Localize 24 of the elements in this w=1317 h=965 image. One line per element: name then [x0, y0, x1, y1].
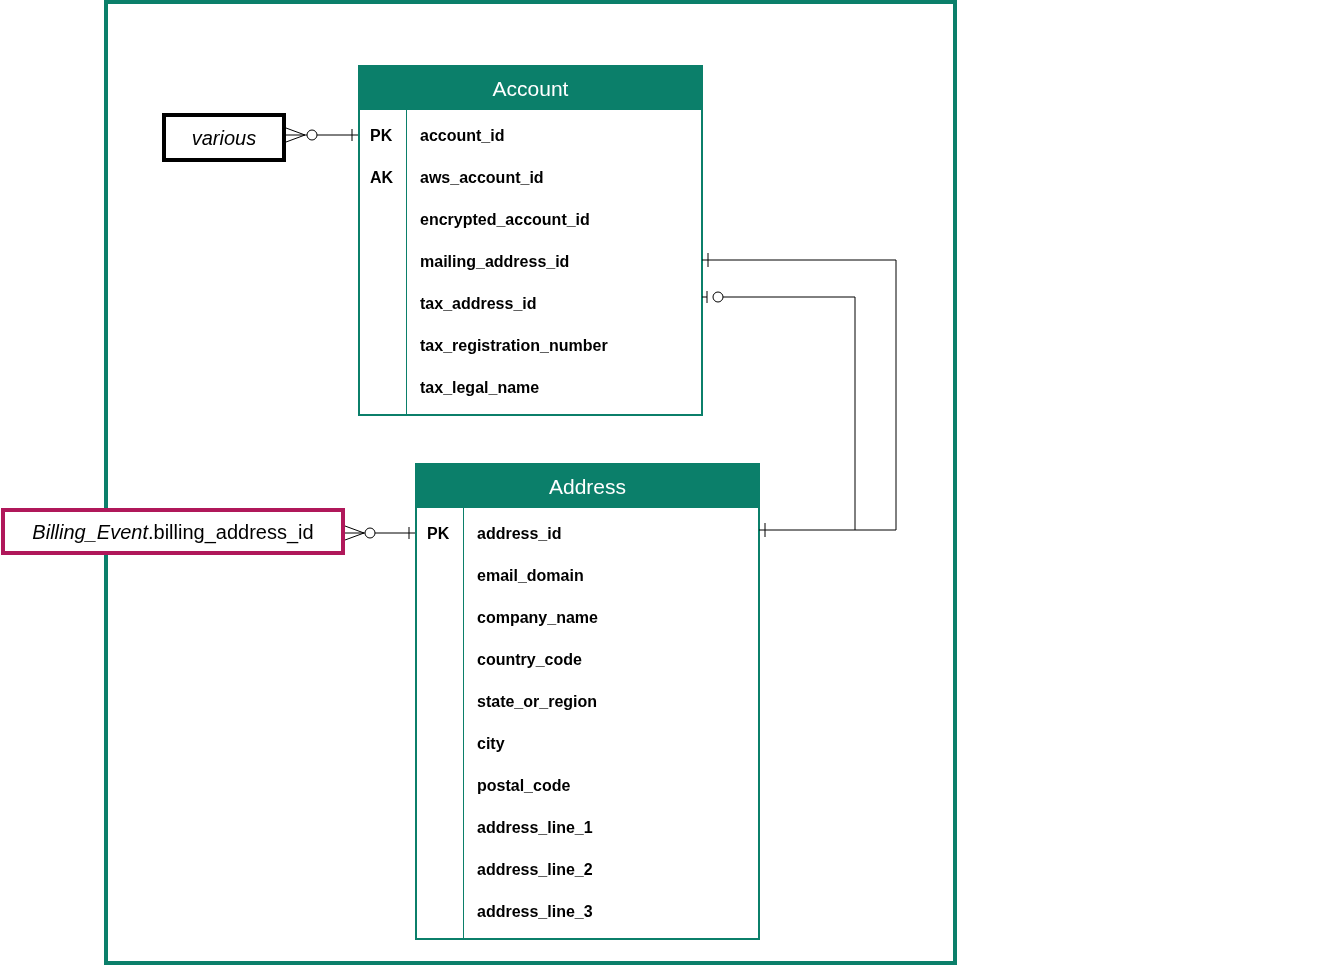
external-reference: Billing_Event.billing_address_id	[1, 508, 345, 555]
field-name: address_line_1	[477, 818, 593, 838]
field-name: email_domain	[477, 566, 584, 586]
external-reference: various	[162, 113, 286, 162]
field-name: aws_account_id	[420, 168, 544, 188]
key-label: AK	[370, 168, 394, 188]
entity-title: Account	[360, 67, 701, 110]
field-name: company_name	[477, 608, 598, 628]
field-name: mailing_address_id	[420, 252, 570, 272]
field-name: country_code	[477, 650, 582, 670]
entity-title: Address	[417, 465, 758, 508]
field-name: city	[477, 734, 505, 754]
field-name: state_or_region	[477, 692, 598, 712]
key-label: PK	[370, 126, 393, 146]
field-name: tax_address_id	[420, 294, 537, 314]
field-name: tax_registration_number	[420, 336, 608, 356]
field-name: encrypted_account_id	[420, 210, 590, 230]
field-name: address_id	[477, 524, 562, 544]
field-name: address_line_3	[477, 902, 593, 922]
field-name: account_id	[420, 126, 505, 146]
field-name: tax_legal_name	[420, 378, 540, 398]
field-name: postal_code	[477, 776, 571, 796]
field-name: address_line_2	[477, 860, 593, 880]
key-label: PK	[427, 524, 450, 544]
